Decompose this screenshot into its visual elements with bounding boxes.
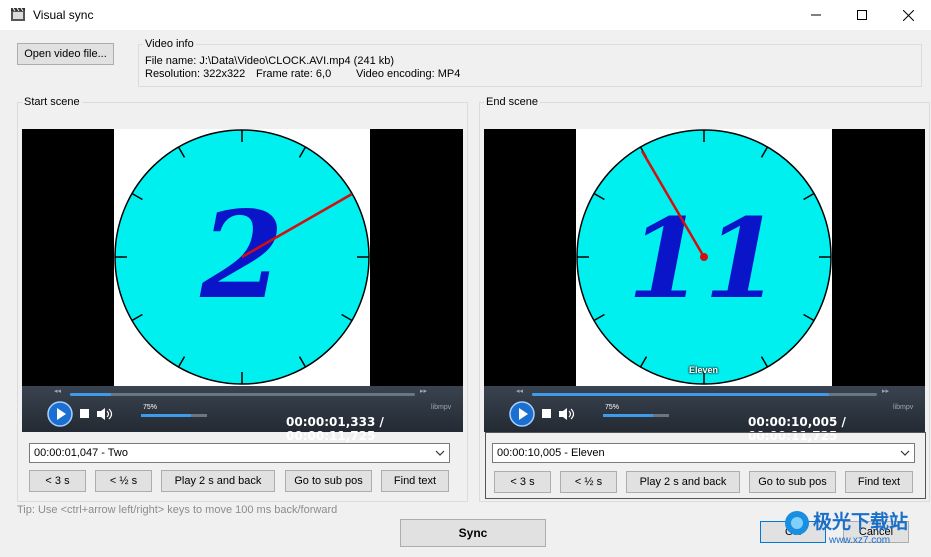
start-play-icon[interactable] bbox=[47, 401, 73, 427]
end-player-controls: ◂◂ ▸▸ 75% libmpv 00:00:10,005 / 00:00:11… bbox=[484, 386, 925, 443]
title-bar: Visual sync bbox=[0, 0, 931, 30]
end-forward-icon[interactable]: ▸▸ bbox=[882, 387, 889, 395]
end-clock-image: 11 bbox=[576, 129, 832, 385]
start-volume-fill bbox=[141, 414, 191, 417]
start-back-half-button[interactable]: < ½ s bbox=[95, 470, 152, 492]
end-back-3s-button[interactable]: < 3 s bbox=[494, 471, 551, 493]
chevron-down-icon bbox=[900, 450, 910, 456]
frame-rate-text: Frame rate: 6,0 bbox=[256, 68, 332, 80]
start-volume-slider[interactable] bbox=[141, 414, 207, 417]
start-video-area[interactable]: 2 bbox=[22, 129, 463, 386]
start-forward-icon[interactable]: ▸▸ bbox=[420, 387, 427, 395]
end-volume-fill bbox=[603, 414, 653, 417]
start-clock-image: 2 bbox=[114, 129, 370, 385]
end-subtitle-select-value: 00:00:10,005 - Eleven bbox=[497, 447, 605, 459]
maximize-button[interactable] bbox=[839, 0, 885, 30]
end-subtitle-select[interactable]: 00:00:10,005 - Eleven bbox=[492, 443, 915, 463]
start-volume-label: 75% bbox=[143, 404, 158, 411]
end-go-to-sub-button[interactable]: Go to sub pos bbox=[749, 471, 836, 493]
start-back-3s-button[interactable]: < 3 s bbox=[29, 470, 86, 492]
end-rewind-icon[interactable]: ◂◂ bbox=[516, 387, 523, 395]
end-seek-fill bbox=[532, 393, 829, 396]
start-subtitle-select[interactable]: 00:00:01,047 - Two bbox=[29, 443, 450, 463]
start-go-to-sub-button[interactable]: Go to sub pos bbox=[285, 470, 372, 492]
end-video-frame: 11 bbox=[576, 129, 832, 386]
start-video-frame: 2 bbox=[114, 129, 370, 386]
video-encoding-text: Video encoding: MP4 bbox=[356, 68, 461, 80]
minimize-button[interactable] bbox=[793, 0, 839, 30]
app-icon bbox=[11, 7, 25, 21]
end-stop-icon[interactable] bbox=[542, 409, 552, 419]
start-scene-label: Start scene bbox=[22, 96, 82, 108]
window-title: Visual sync bbox=[33, 8, 94, 22]
watermark-url: www.xz7.com bbox=[829, 535, 891, 546]
start-volume-icon[interactable] bbox=[96, 407, 114, 421]
start-seek-bar[interactable] bbox=[70, 393, 415, 396]
end-subtitle-overlay: Eleven bbox=[689, 365, 719, 375]
file-name-text: File name: J:\Data\Video\CLOCK.AVI.mp4 (… bbox=[145, 55, 395, 67]
end-volume-slider[interactable] bbox=[603, 414, 669, 417]
end-play-icon[interactable] bbox=[509, 401, 535, 427]
start-rewind-icon[interactable]: ◂◂ bbox=[54, 387, 61, 395]
end-video-area[interactable]: 11 Eleven bbox=[484, 129, 925, 386]
sync-button[interactable]: Sync bbox=[400, 519, 546, 547]
end-play-2s-button[interactable]: Play 2 s and back bbox=[626, 471, 740, 493]
site-watermark: 极光下载站 www.xz7.com bbox=[783, 505, 928, 553]
svg-text:2: 2 bbox=[199, 185, 284, 326]
start-engine-label: libmpv bbox=[431, 404, 452, 411]
open-video-button[interactable]: Open video file... bbox=[17, 43, 114, 65]
start-stop-icon[interactable] bbox=[80, 409, 90, 419]
start-player-controls: ◂◂ ▸▸ 75% libmpv 00:00:01,333 / 00:00:11… bbox=[22, 386, 463, 443]
end-seek-bar[interactable] bbox=[532, 393, 877, 396]
end-back-half-button[interactable]: < ½ s bbox=[560, 471, 617, 493]
start-play-2s-button[interactable]: Play 2 s and back bbox=[161, 470, 275, 492]
end-volume-icon[interactable] bbox=[558, 407, 576, 421]
chevron-down-icon bbox=[435, 450, 445, 456]
tip-text: Tip: Use <ctrl+arrow left/right> keys to… bbox=[17, 504, 338, 516]
end-volume-label: 75% bbox=[605, 404, 620, 411]
minimize-icon bbox=[811, 14, 821, 16]
end-find-text-button[interactable]: Find text bbox=[845, 471, 913, 493]
end-engine-label: libmpv bbox=[893, 404, 914, 411]
maximize-icon bbox=[857, 10, 867, 20]
end-scene-label: End scene bbox=[484, 96, 540, 108]
start-seek-fill bbox=[70, 393, 112, 396]
watermark-text: 极光下载站 bbox=[813, 511, 909, 533]
watermark-logo-icon bbox=[785, 511, 809, 535]
start-find-text-button[interactable]: Find text bbox=[381, 470, 449, 492]
close-icon bbox=[902, 9, 914, 21]
video-info-label: Video info bbox=[143, 38, 196, 50]
start-subtitle-select-value: 00:00:01,047 - Two bbox=[34, 447, 128, 459]
close-button[interactable] bbox=[885, 0, 931, 30]
start-time-display: 00:00:01,333 / 00:00:11,725 bbox=[286, 415, 384, 443]
resolution-text: Resolution: 322x322 bbox=[145, 68, 246, 80]
